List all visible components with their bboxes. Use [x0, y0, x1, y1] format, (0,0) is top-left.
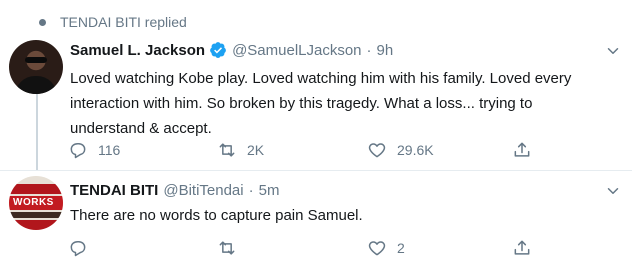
- chevron-down-icon[interactable]: [604, 182, 622, 200]
- tweet-time[interactable]: 9h: [377, 42, 394, 59]
- separator-dot: ·: [366, 41, 372, 59]
- avatar-text: WORKS: [13, 197, 54, 208]
- share-icon: [514, 142, 530, 157]
- tweet-text-line: interaction with him. So broken by this …: [70, 95, 533, 112]
- separator-dot: ·: [248, 181, 254, 199]
- reply-button[interactable]: [68, 236, 98, 260]
- avatar-glasses: [25, 57, 47, 63]
- thread-connector-line: [36, 93, 38, 171]
- reply-icon: [70, 241, 86, 257]
- retweet-button[interactable]: 2K: [217, 138, 264, 162]
- reply-icon: [70, 143, 86, 159]
- reply-context: TENDAI BITI replied: [39, 12, 187, 32]
- like-button[interactable]: 29.6K: [367, 138, 434, 162]
- author-handle[interactable]: @BitiTendai: [163, 182, 243, 199]
- tweet-actions: 116 2K 29.6K: [62, 138, 542, 162]
- thread-dot-icon: [39, 18, 46, 26]
- avatar-stripe: [9, 220, 63, 230]
- heart-icon: [368, 143, 386, 158]
- share-button[interactable]: [512, 236, 532, 260]
- avatar-suit: [15, 76, 57, 94]
- author-name[interactable]: Samuel L. Jackson: [70, 42, 205, 59]
- tweet-text-line: Loved watching Kobe play. Loved watching…: [70, 70, 572, 87]
- like-count: 2: [397, 240, 405, 256]
- tweet-divider: [0, 170, 632, 171]
- avatar-stripe: [9, 184, 63, 194]
- author-name[interactable]: TENDAI BITI: [70, 182, 158, 199]
- tweet-text: Loved watching Kobe play. Loved watching…: [70, 66, 626, 141]
- tweet-actions: 2: [62, 236, 542, 260]
- author-handle[interactable]: @SamuelLJackson: [232, 42, 361, 59]
- chevron-down-icon[interactable]: [604, 42, 622, 60]
- share-icon: [514, 240, 530, 255]
- verified-badge-icon: [210, 42, 226, 58]
- tweet-time[interactable]: 5m: [259, 182, 280, 199]
- reply-count: 116: [98, 142, 121, 158]
- tweet-header: TENDAI BITI @BitiTendai · 5m: [70, 180, 279, 200]
- reply-button[interactable]: 116: [68, 138, 120, 162]
- tweet-text-line: There are no words to capture pain Samue…: [70, 207, 363, 224]
- tweet-header: Samuel L. Jackson @SamuelLJackson · 9h: [70, 40, 393, 60]
- avatar[interactable]: [9, 40, 63, 94]
- retweet-count: 2K: [247, 142, 265, 158]
- heart-icon: [368, 241, 386, 256]
- retweet-icon: [219, 143, 235, 157]
- retweet-icon: [219, 241, 235, 255]
- avatar-stripe: [9, 212, 63, 218]
- tweet-text: There are no words to capture pain Samue…: [70, 203, 626, 228]
- like-count: 29.6K: [397, 142, 434, 158]
- retweet-button[interactable]: [217, 236, 247, 260]
- replied-label: TENDAI BITI replied: [60, 14, 187, 30]
- avatar[interactable]: WORKS: [9, 176, 63, 230]
- like-button[interactable]: 2: [367, 236, 405, 260]
- share-button[interactable]: [512, 138, 532, 162]
